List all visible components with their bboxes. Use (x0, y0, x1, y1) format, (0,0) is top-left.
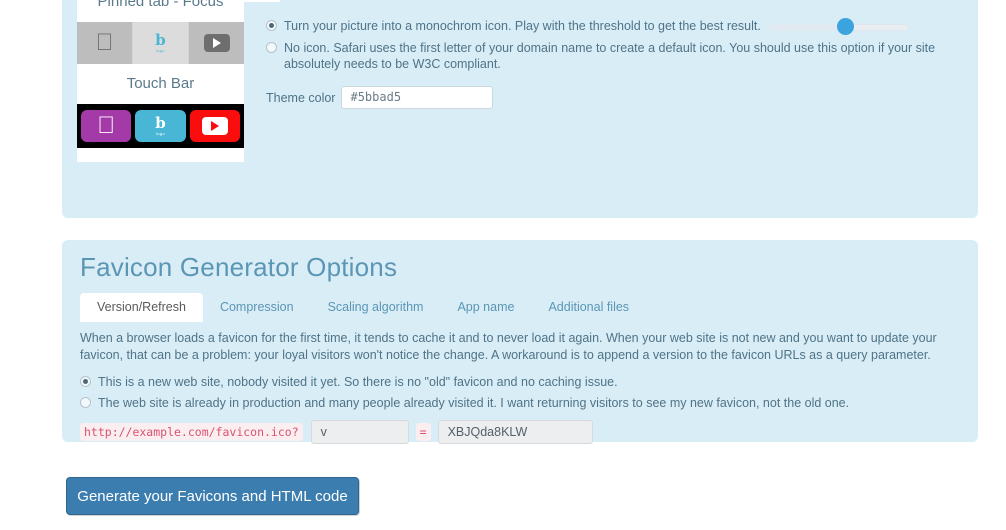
radio-monochrome[interactable] (266, 20, 277, 31)
apple-icon:  (97, 114, 115, 138)
version-key-input[interactable]: v (310, 420, 409, 444)
icon-preview-column:  blogo Pinned tab - Focus  blogo (77, 0, 244, 162)
touch-bar-caption: Touch Bar (77, 64, 244, 104)
option-monochrome-label: Turn your picture into a monochrom icon.… (284, 19, 761, 33)
tab-version-refresh[interactable]: Version/Refresh (80, 293, 203, 322)
touch-bar-tile-apple:  (81, 110, 132, 142)
page-title: Favicon Generator Options (80, 252, 398, 282)
youtube-icon (201, 117, 228, 135)
option-existing-site-label: The web site is already in production an… (98, 396, 850, 410)
preview-cell-apple-2:  (77, 22, 133, 64)
touch-bar-tile-logo: b logo (135, 110, 186, 142)
version-refresh-tab-panel: When a browser loads a favicon for the f… (80, 330, 960, 444)
option-new-site[interactable]: This is a new web site, nobody visited i… (80, 374, 960, 390)
favicon-generator-options-panel: Favicon Generator Options Version/Refres… (62, 240, 978, 444)
option-new-site-label: This is a new web site, nobody visited i… (98, 375, 618, 389)
version-value-input[interactable]: XBJQda8KLW (437, 420, 593, 444)
youtube-icon (203, 34, 230, 52)
radio-existing-site[interactable] (80, 397, 91, 408)
option-no-icon-label: No icon. Safari uses the first letter of… (284, 41, 936, 71)
preview-cell-youtube-2 (189, 22, 244, 64)
logo-icon: b logo (155, 31, 166, 53)
version-parameter-row: http://example.com/favicon.ico? v = XBJQ… (80, 420, 960, 444)
logo-icon: b logo (155, 114, 166, 136)
tab-app-name[interactable]: App name (440, 293, 531, 322)
touch-bar-strip:  blogo (77, 104, 244, 148)
version-refresh-description: When a browser loads a favicon for the f… (80, 331, 937, 362)
option-monochrome[interactable]: Turn your picture into a monochrom icon.… (266, 18, 978, 35)
touch-bar-preview-row:  blogo (77, 22, 244, 64)
favicon-url-prefix: http://example.com/favicon.ico? (80, 423, 303, 441)
slider-fill (768, 24, 845, 31)
radio-new-site[interactable] (80, 376, 91, 387)
radio-no-icon[interactable] (266, 42, 277, 53)
touch-bar-tile-youtube (189, 110, 240, 142)
apple-icon:  (96, 31, 114, 55)
preview-cell-logo-2: b logo (133, 22, 189, 64)
equals-sign: = (415, 423, 431, 441)
preview-bottom-spacer (77, 148, 244, 162)
theme-color-input[interactable]: #5bbad5 (341, 86, 494, 109)
tab-scaling-algorithm[interactable]: Scaling algorithm (311, 293, 441, 322)
pinned-tab-caption: Pinned tab - Focus (77, 0, 244, 22)
generate-favicons-button[interactable]: Generate your Favicons and HTML code (66, 477, 359, 515)
theme-color-label: Theme color (266, 90, 336, 105)
option-existing-site[interactable]: The web site is already in production an… (80, 395, 960, 411)
option-no-icon[interactable]: No icon. Safari uses the first letter of… (266, 40, 978, 72)
tab-additional-files[interactable]: Additional files (531, 293, 646, 322)
threshold-slider[interactable] (768, 18, 909, 35)
theme-color-row: Theme color #5bbad5 (266, 86, 978, 109)
tab-compression[interactable]: Compression (203, 293, 311, 322)
slider-handle[interactable] (836, 18, 854, 35)
options-tabs: Version/Refresh Compression Scaling algo… (80, 293, 646, 322)
safari-icon-options: Turn your picture into a monochrom icon.… (266, 18, 978, 109)
